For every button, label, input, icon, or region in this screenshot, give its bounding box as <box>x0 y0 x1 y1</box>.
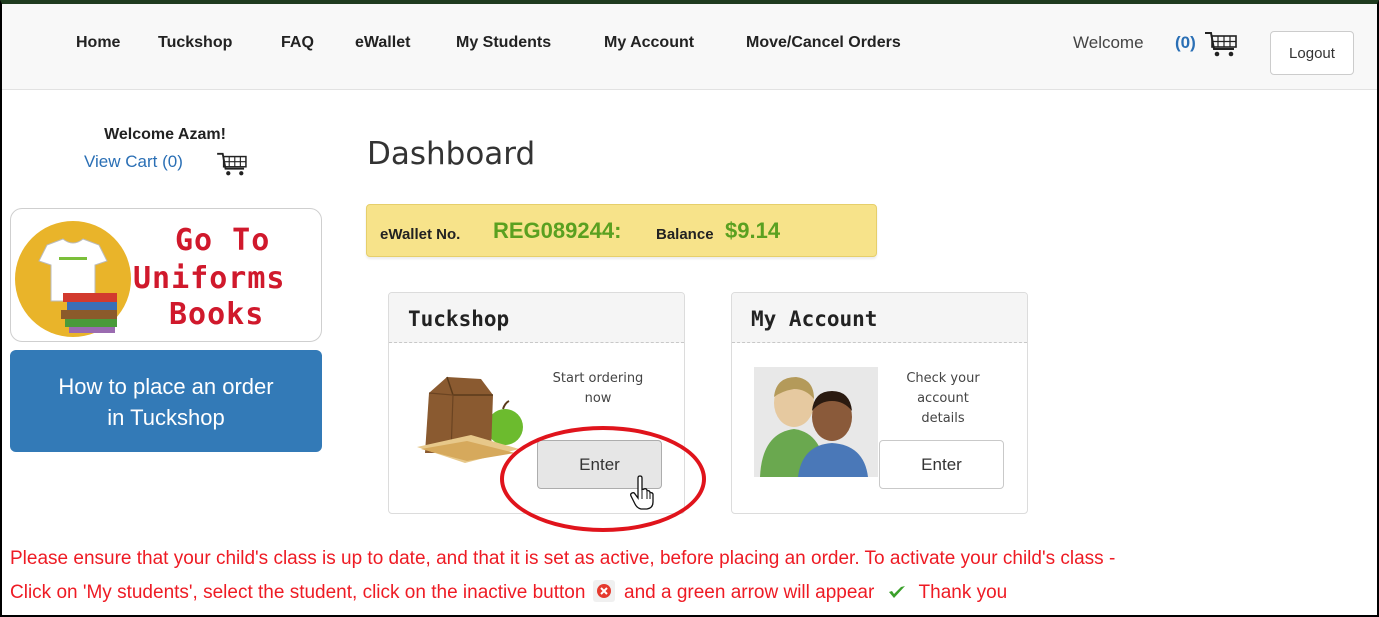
hand-cursor-icon <box>630 475 654 510</box>
tuckshop-desc-line2: now <box>584 391 612 406</box>
nav-move-cancel-orders[interactable]: Move/Cancel Orders <box>746 34 901 52</box>
panel-title: Tuckshop <box>408 307 510 331</box>
ewallet-summary: eWallet No. REG089244: Balance $9.14 <box>366 204 877 257</box>
banner-line-books: Books <box>169 297 265 332</box>
how-to-order-line2: in Tuckshop <box>107 405 225 430</box>
sidebar-welcome: Welcome Azam! <box>104 126 226 143</box>
page-title: Dashboard <box>367 136 536 172</box>
panel-title: My Account <box>751 307 878 331</box>
ewallet-number: REG089244: <box>493 218 622 243</box>
nav-cart-count[interactable]: (0) <box>1175 33 1196 53</box>
nav-tuckshop[interactable]: Tuckshop <box>158 34 232 52</box>
nav-my-students[interactable]: My Students <box>456 34 551 52</box>
users-icon <box>754 367 878 477</box>
nav-ewallet[interactable]: eWallet <box>355 34 410 52</box>
logout-button[interactable]: Logout <box>1270 31 1354 75</box>
cart-icon[interactable] <box>1204 30 1238 58</box>
ewallet-label: eWallet No. <box>380 226 461 243</box>
lunch-bag-icon <box>417 376 523 463</box>
account-enter-button[interactable]: Enter <box>879 440 1004 489</box>
account-desc: Check your account details <box>880 369 1006 429</box>
panel-header: My Account <box>732 293 1027 343</box>
notice-line2-part2: and a green arrow will appear <box>624 582 875 603</box>
account-desc-line1: Check your <box>906 371 980 386</box>
how-to-order-button[interactable]: How to place an order in Tuckshop <box>10 350 322 452</box>
nav-welcome-text: Welcome <box>1073 33 1144 52</box>
nav-faq[interactable]: FAQ <box>281 34 314 52</box>
banner-line-go-to: Go To <box>175 223 271 258</box>
how-to-order-line1: How to place an order <box>58 374 274 399</box>
tuckshop-desc: Start ordering now <box>539 369 657 409</box>
banner-line-uniforms: Uniforms <box>133 261 286 296</box>
notice-line2: Click on 'My students', select the stude… <box>10 580 1007 604</box>
cart-icon[interactable] <box>216 151 248 177</box>
my-account-panel: My Account Check your account details En… <box>731 292 1028 514</box>
nav-home[interactable]: Home <box>76 34 120 52</box>
balance-label: Balance <box>656 226 714 243</box>
panel-header: Tuckshop <box>389 293 684 343</box>
account-desc-line2: account <box>917 391 969 406</box>
notice-line2-part3: Thank you <box>918 582 1008 603</box>
account-desc-line3: details <box>921 411 965 426</box>
nav-my-account[interactable]: My Account <box>604 34 694 52</box>
uniforms-books-banner[interactable]: Go To Uniforms Books <box>10 208 322 342</box>
inactive-icon <box>592 580 615 602</box>
notice-line1: Please ensure that your child's class is… <box>10 548 1116 569</box>
balance-value: $9.14 <box>725 218 781 243</box>
notice-line2-part1: Click on 'My students', select the stude… <box>10 582 586 603</box>
view-cart-link[interactable]: View Cart (0) <box>84 152 183 172</box>
tuckshop-desc-line1: Start ordering <box>552 371 644 386</box>
green-check-icon <box>888 586 905 598</box>
